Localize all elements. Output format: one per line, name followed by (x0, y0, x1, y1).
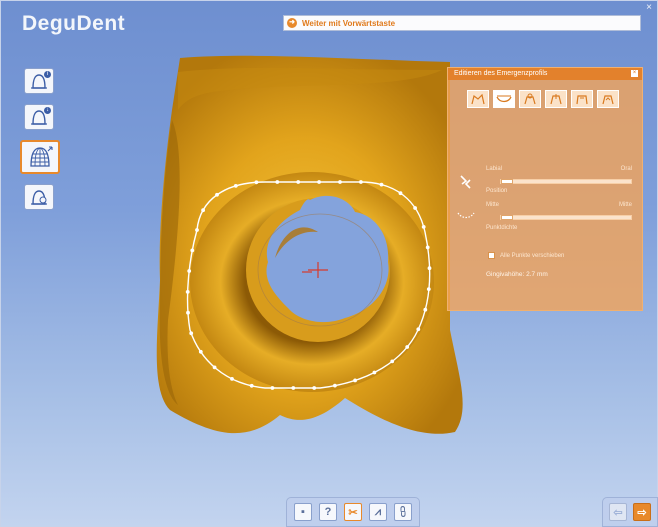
profile-6-icon (602, 95, 614, 105)
gingiva-height-readout: Gingivahöhe: 2.7 mm (486, 271, 548, 278)
density-slider[interactable] (500, 215, 632, 220)
profile-1-icon (471, 93, 485, 105)
profile-button-2[interactable] (493, 90, 515, 108)
curve-control-point[interactable] (425, 245, 430, 250)
curve-control-point[interactable] (421, 225, 426, 229)
profile-button-4[interactable] (545, 90, 567, 108)
curve-control-point[interactable] (195, 228, 199, 232)
density-slider-thumb[interactable] (501, 215, 513, 220)
curve-control-point[interactable] (338, 180, 342, 184)
position-arrows-icon (460, 175, 471, 189)
cut-button[interactable]: ✂ (344, 503, 362, 521)
curve-control-point[interactable] (372, 370, 377, 375)
profile-5-icon (576, 95, 588, 105)
curve-control-point[interactable] (275, 180, 280, 184)
curve-control-point[interactable] (359, 180, 363, 184)
curve-control-point[interactable] (185, 290, 190, 294)
position-slider-thumb[interactable] (501, 179, 513, 184)
profile-4-icon (550, 94, 562, 105)
curve-control-point[interactable] (291, 386, 296, 390)
curve-control-point[interactable] (405, 345, 410, 349)
crown-button[interactable]: ⩘ (369, 503, 387, 521)
navigation-bar: ⇦ ⇨ (602, 497, 658, 527)
curve-control-point[interactable] (353, 378, 357, 383)
bridge-icon: ⩉ (400, 505, 406, 518)
position-left-label: Labial (486, 166, 503, 172)
bottom-toolbar: ▪ ? ✂ ⩘ ⩉ (286, 497, 420, 527)
curve-control-point[interactable] (212, 365, 217, 370)
profile-button-1[interactable] (467, 90, 489, 108)
profile-button-5[interactable] (571, 90, 593, 108)
profile-button-3[interactable] (519, 90, 541, 108)
density-label: Punktdichte (486, 225, 518, 231)
curve-control-point[interactable] (390, 359, 395, 364)
curve-control-point[interactable] (201, 208, 206, 213)
panel-title: Editieren des Emergenzprofils × (448, 68, 642, 80)
curve-control-point[interactable] (423, 307, 428, 312)
panel-close-icon[interactable]: × (631, 70, 638, 77)
profile-buttons (467, 90, 619, 108)
move-all-points-label: Alle Punkte verschieben (500, 253, 565, 259)
curve-control-point[interactable] (233, 184, 238, 188)
density-left-label: Mitte (486, 202, 500, 208)
curve-control-point[interactable] (296, 180, 301, 184)
curve-control-point[interactable] (398, 191, 403, 196)
curve-control-point[interactable] (379, 182, 384, 187)
curve-control-point[interactable] (416, 327, 421, 332)
point-density-icon (457, 212, 475, 219)
curve-control-point[interactable] (230, 377, 234, 381)
cut-icon: ✂ (348, 506, 358, 519)
curve-control-point[interactable] (317, 180, 321, 184)
curve-control-point[interactable] (189, 331, 194, 336)
curve-control-point[interactable] (413, 206, 417, 210)
help-icon: ? (324, 506, 332, 518)
move-all-points-checkbox[interactable] (488, 252, 495, 259)
curve-control-point[interactable] (186, 310, 190, 315)
curve-control-point[interactable] (249, 383, 254, 388)
back-button[interactable]: ⇦ (609, 503, 627, 521)
curve-control-point[interactable] (215, 192, 219, 197)
curve-control-point[interactable] (187, 269, 192, 273)
save-button[interactable]: ▪ (294, 503, 312, 521)
curve-control-point[interactable] (190, 248, 195, 253)
density-right-label: Mitte (618, 202, 632, 208)
bridge-button[interactable]: ⩉ (394, 503, 412, 521)
emergence-profile-panel: Editieren des Emergenzprofils × Labial O… (447, 67, 643, 311)
profile-2-icon (496, 95, 512, 103)
save-icon: ▪ (301, 506, 305, 518)
help-button[interactable]: ? (319, 503, 337, 521)
position-slider[interactable] (500, 179, 632, 184)
position-label: Position (486, 188, 508, 194)
curve-control-point[interactable] (198, 349, 203, 354)
next-button[interactable]: ⇨ (633, 503, 651, 521)
curve-control-point[interactable] (270, 386, 275, 390)
curve-control-point[interactable] (254, 180, 259, 185)
curve-control-point[interactable] (333, 383, 337, 388)
curve-control-point[interactable] (312, 386, 317, 390)
crown-icon: ⩘ (374, 505, 382, 518)
profile-button-6[interactable] (597, 90, 619, 108)
profile-3-icon (524, 93, 536, 105)
next-arrow-icon: ⇨ (637, 506, 647, 519)
panel-title-text: Editieren des Emergenzprofils (454, 70, 548, 77)
curve-control-point[interactable] (427, 266, 432, 271)
curve-control-point[interactable] (426, 287, 431, 291)
position-right-label: Oral (620, 166, 632, 172)
back-arrow-icon: ⇦ (613, 506, 623, 519)
